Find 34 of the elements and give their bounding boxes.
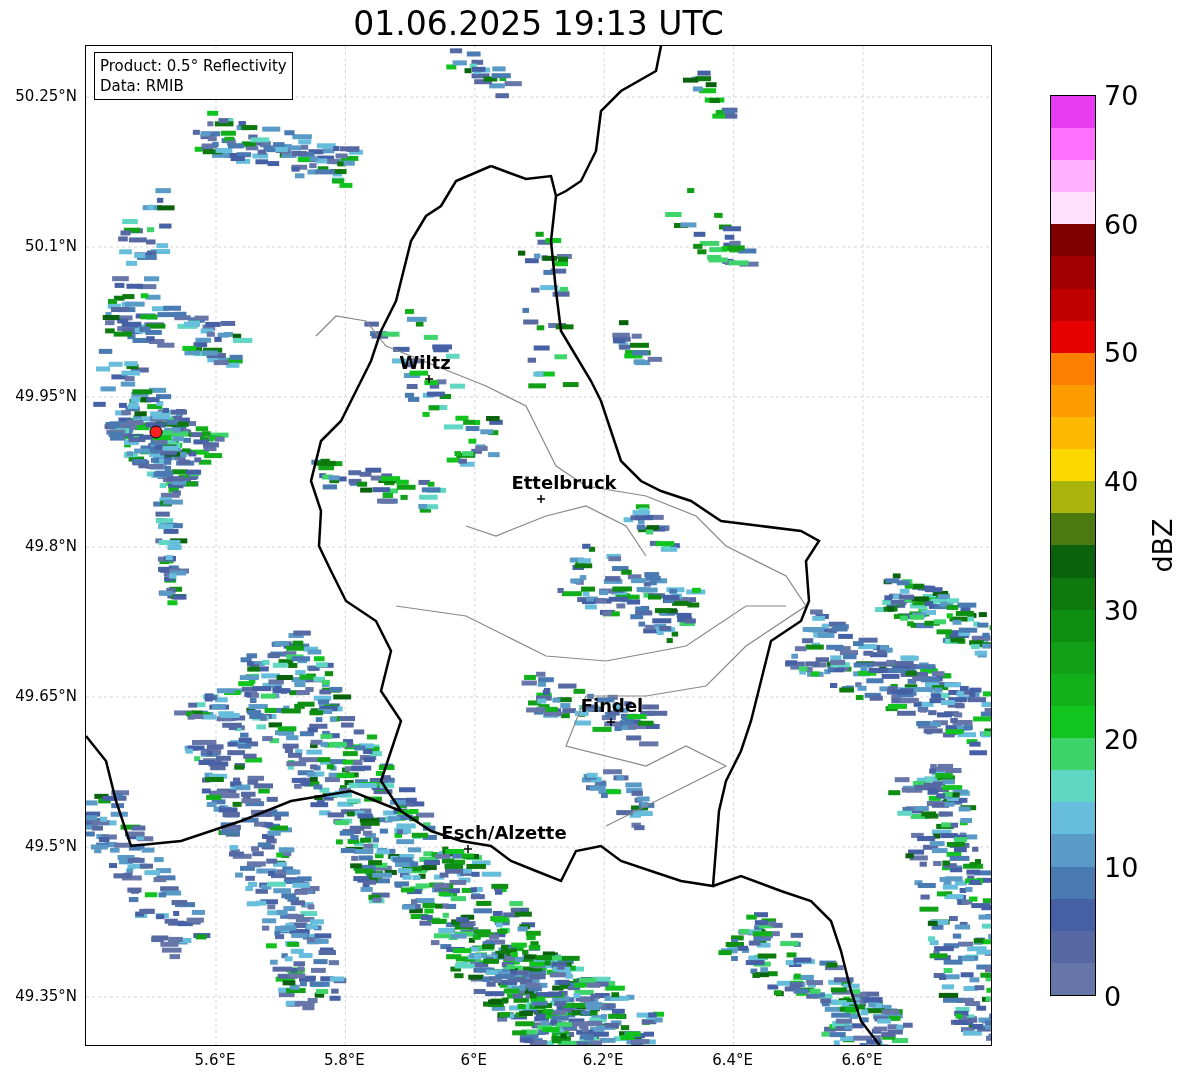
longitude-label: 6.2°E (582, 1051, 624, 1069)
city-label: Esch/Alzette (441, 822, 567, 843)
colorbar-label: dBZ (1146, 518, 1178, 573)
city-label: Ettelbruck (511, 472, 617, 493)
legend-text: Product: 0.5° Reflectivity (100, 56, 287, 76)
city-marker-icon (606, 717, 616, 727)
colorbar-tick-label: 0 (1104, 980, 1122, 1012)
longitude-label: 6.4°E (712, 1051, 753, 1069)
longitude-label: 5.8°E (323, 1051, 365, 1069)
colorbar-tick-label: 20 (1104, 723, 1139, 755)
chart-title: 01.06.2025 19:13 UTC (352, 3, 725, 45)
city-label: Findel (580, 695, 644, 716)
city-label: Wiltz (399, 352, 451, 373)
radar-station-icon (149, 425, 163, 439)
longitude-label: 6.6°E (841, 1051, 883, 1069)
city-marker-icon (424, 374, 434, 384)
latitude-label: 49.5°N (24, 837, 77, 855)
longitude-label: 6°E (460, 1051, 488, 1069)
legend-text: Data: RMIB (100, 76, 185, 96)
colorbar-tick-label: 60 (1104, 208, 1139, 240)
colorbar-tick-label: 40 (1104, 465, 1139, 497)
longitude-label: 5.6°E (194, 1051, 236, 1069)
colorbar-tick-label: 10 (1104, 851, 1139, 883)
colorbar-tick-label: 30 (1104, 594, 1139, 626)
latitude-label: 50.25°N (15, 87, 77, 105)
city-marker-icon (536, 494, 546, 504)
colorbar-tick-label: 50 (1104, 336, 1139, 368)
latitude-label: 50.1°N (24, 237, 77, 255)
colorbar-tick-label: 70 (1104, 79, 1139, 111)
latitude-label: 49.35°N (15, 987, 77, 1005)
latitude-label: 49.65°N (15, 687, 77, 705)
latitude-label: 49.8°N (24, 537, 77, 555)
city-marker-icon (463, 844, 473, 854)
latitude-label: 49.95°N (15, 387, 77, 405)
